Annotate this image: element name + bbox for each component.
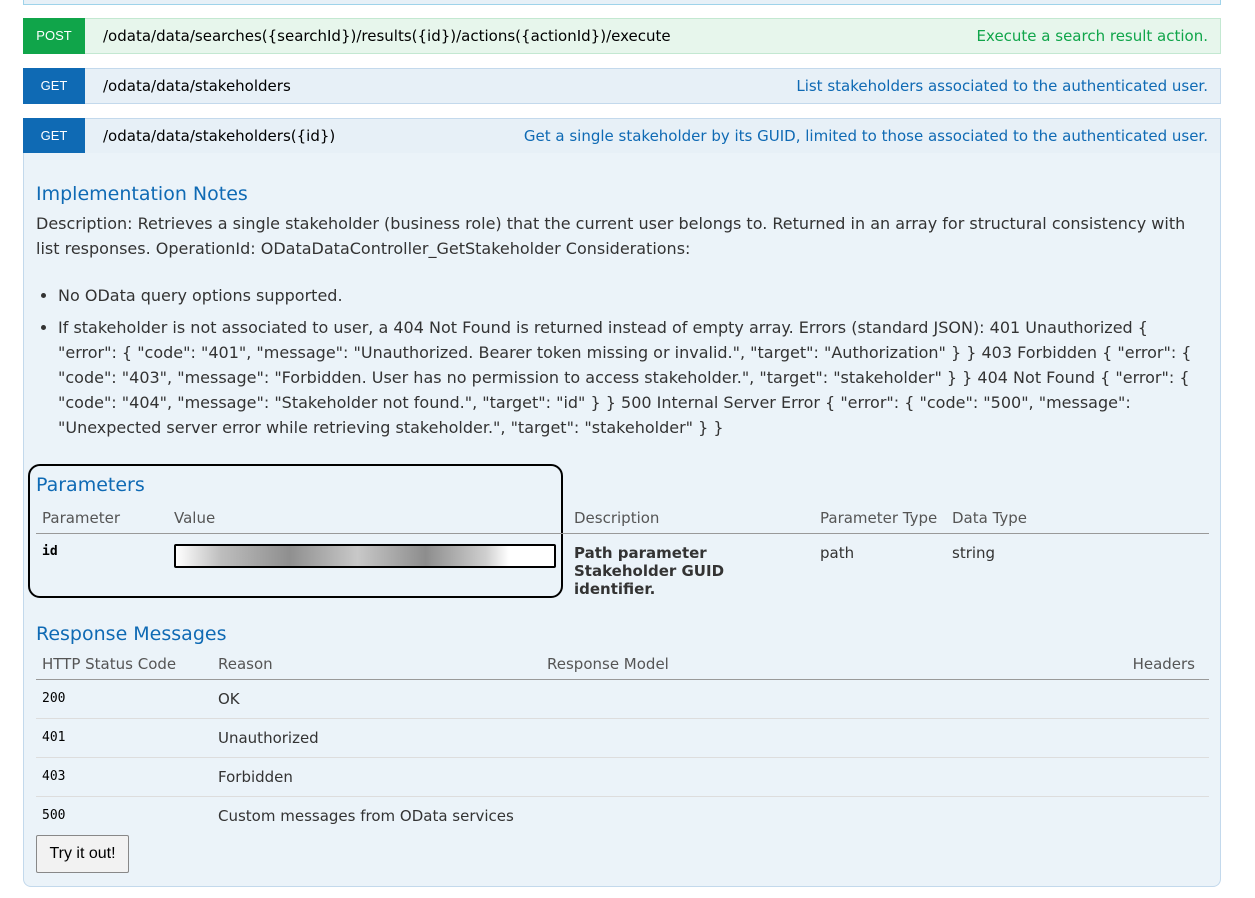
list-item: No OData query options supported. bbox=[58, 283, 1196, 308]
operation-summary[interactable]: List stakeholders associated to the auth… bbox=[796, 77, 1208, 95]
response-messages-title: Response Messages bbox=[36, 623, 227, 645]
table-row: 200 OK bbox=[36, 679, 1209, 719]
try-it-out-button[interactable]: Try it out! bbox=[36, 835, 129, 873]
http-verb-badge[interactable]: GET bbox=[23, 67, 85, 104]
operation-get-stakeholders[interactable]: GET /odata/data/stakeholders List stakeh… bbox=[23, 67, 1221, 104]
status-reason: Forbidden bbox=[212, 757, 541, 797]
parameter-type: path bbox=[820, 543, 855, 562]
status-reason: OK bbox=[212, 679, 541, 719]
column-header-data-type: Data Type bbox=[946, 505, 1209, 534]
operation-post-execute-action[interactable]: POST /odata/data/searches({searchId})/re… bbox=[23, 17, 1221, 54]
considerations-list: No OData query options supported. If sta… bbox=[36, 283, 1196, 447]
id-value-input[interactable] bbox=[174, 543, 556, 568]
status-code: 401 bbox=[36, 718, 212, 758]
parameters-title: Parameters bbox=[36, 474, 145, 496]
status-code: 500 bbox=[42, 808, 66, 824]
table-row: 401 Unauthorized bbox=[36, 718, 1209, 758]
implementation-description: Description: Retrieves a single stakehol… bbox=[36, 214, 1186, 258]
previous-operation-edge bbox=[23, 0, 1221, 5]
status-reason: Custom messages from OData services bbox=[218, 806, 514, 825]
operation-path[interactable]: /odata/data/stakeholders({id}) bbox=[103, 127, 524, 145]
operation-summary[interactable]: Get a single stakeholder by its GUID, li… bbox=[524, 127, 1208, 145]
parameters-table: Parameter Value Description Parameter Ty… bbox=[36, 505, 1209, 608]
column-header-reason: Reason bbox=[212, 651, 541, 680]
operation-path[interactable]: /odata/data/stakeholders bbox=[103, 77, 796, 95]
status-reason: Unauthorized bbox=[212, 718, 541, 758]
table-row: 403 Forbidden bbox=[36, 757, 1209, 797]
status-code: 200 bbox=[36, 679, 212, 719]
list-item: If stakeholder is not associated to user… bbox=[58, 315, 1196, 440]
http-verb-badge[interactable]: GET bbox=[23, 117, 85, 154]
parameter-description: Path parameter Stakeholder GUID identifi… bbox=[574, 543, 725, 598]
parameter-name: id bbox=[42, 543, 58, 559]
operation-summary[interactable]: Execute a search result action. bbox=[977, 27, 1208, 45]
column-header-parameter: Parameter bbox=[36, 505, 168, 534]
status-code: 403 bbox=[36, 757, 212, 797]
column-header-status-code: HTTP Status Code bbox=[36, 651, 212, 680]
operation-path[interactable]: /odata/data/searches({searchId})/results… bbox=[103, 27, 977, 45]
response-messages-table: HTTP Status Code Reason Response Model H… bbox=[36, 651, 1209, 835]
table-row: id Path parameter Stakeholder GUID ident… bbox=[36, 533, 1209, 608]
parameter-value-cell bbox=[168, 533, 568, 608]
operation-details-panel: Implementation Notes Description: Retrie… bbox=[23, 153, 1221, 887]
parameter-data-type: string bbox=[952, 543, 996, 562]
column-header-headers: Headers bbox=[1089, 651, 1209, 680]
column-header-value: Value bbox=[168, 505, 568, 534]
table-row: 500 Custom messages from OData services bbox=[36, 796, 1209, 835]
operation-get-stakeholder-by-id[interactable]: GET /odata/data/stakeholders({id}) Get a… bbox=[23, 117, 1221, 154]
column-header-response-model: Response Model bbox=[541, 651, 1089, 680]
implementation-notes-title: Implementation Notes bbox=[36, 183, 248, 205]
column-header-description: Description bbox=[568, 505, 814, 534]
column-header-parameter-type: Parameter Type bbox=[814, 505, 946, 534]
http-verb-badge[interactable]: POST bbox=[23, 17, 85, 54]
